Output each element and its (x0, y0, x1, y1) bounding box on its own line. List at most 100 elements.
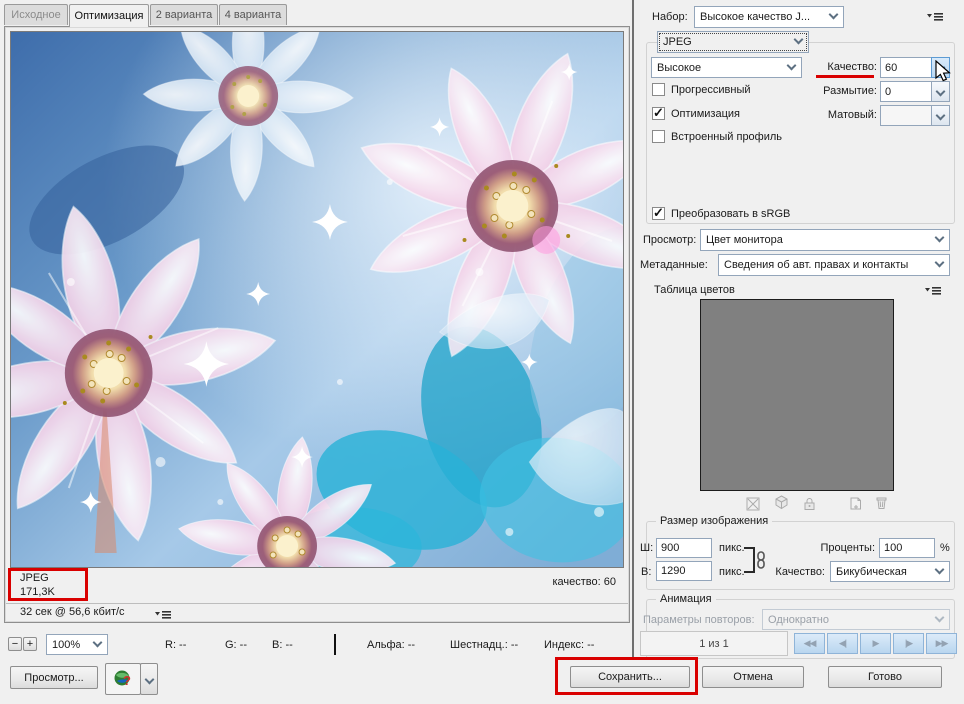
step-forward-icon: |▶ (904, 638, 913, 648)
color-table-title: Таблица цветов (654, 284, 735, 296)
play-icon: ▶ (872, 638, 880, 648)
web-shift-cube-icon[interactable] (774, 495, 789, 510)
metadata-label: Метаданные: (640, 259, 708, 271)
tab-optimized[interactable]: Оптимизация (69, 4, 149, 27)
animation-title: Анимация (656, 593, 716, 605)
blur-label: Размытие: (823, 85, 877, 97)
width-input[interactable]: 900 (656, 538, 712, 558)
tab-original[interactable]: Исходное (4, 4, 68, 25)
map-transparency-icon[interactable] (746, 497, 761, 512)
blur-slider-button[interactable] (931, 81, 950, 102)
format-select[interactable]: JPEG (657, 31, 809, 53)
zoom-level-select[interactable]: 100% (46, 634, 108, 655)
mouse-cursor (935, 60, 951, 82)
r-readout: R: -- (165, 639, 187, 651)
percent-unit: % (940, 542, 950, 554)
annotation-box-save (555, 657, 698, 695)
matte-input[interactable] (880, 105, 932, 126)
color-table-menu-icon[interactable] (924, 285, 942, 297)
new-color-icon[interactable] (848, 496, 863, 511)
tab-4up[interactable]: 4 варианта (219, 4, 287, 25)
index-readout: Индекс: -- (544, 639, 595, 651)
monitor-preview-select[interactable]: Цвет монитора (700, 229, 950, 251)
width-px-label: пикс. (719, 542, 745, 554)
height-label: В: (641, 566, 652, 578)
infobar-divider (6, 603, 628, 604)
optimized-checkbox[interactable] (652, 105, 665, 121)
chevron-down-icon (935, 110, 946, 121)
step-back-icon: ◀| (838, 638, 847, 648)
next-frame-button[interactable]: |▶ (893, 633, 924, 654)
readout-divider (334, 634, 336, 655)
color-table-swatches[interactable] (700, 299, 894, 491)
done-button[interactable]: Готово (828, 666, 942, 688)
optimize-menu-icon[interactable] (926, 11, 944, 23)
zoom-out-button[interactable]: − (8, 637, 22, 651)
srgb-label: Преобразовать в sRGB (671, 208, 791, 220)
lock-color-icon[interactable] (802, 496, 817, 511)
embedded-profile-label: Встроенный профиль (671, 131, 783, 143)
quality-label: Качество: (827, 61, 877, 73)
rewind-icon: ◀◀ (803, 638, 817, 648)
preview-in-browser-button[interactable]: Просмотр... (10, 666, 98, 689)
percent-input[interactable]: 100 (879, 538, 935, 558)
chevron-down-icon (934, 612, 945, 622)
annotation-box-filesize (8, 568, 88, 601)
progressive-checkbox[interactable] (652, 83, 665, 96)
tab-2up[interactable]: 2 варианта (150, 4, 218, 25)
fast-forward-icon: ▶▶ (935, 638, 949, 648)
alpha-readout: Альфа: -- (367, 639, 416, 651)
previous-frame-button[interactable]: ◀| (827, 633, 858, 654)
preview-image[interactable] (10, 31, 624, 568)
svg-text:?: ? (123, 673, 131, 688)
metadata-select[interactable]: Сведения об авт. правах и контакты (718, 254, 950, 276)
preview-pane: JPEG 171,3K 32 сек @ 56,6 кбит/с качеств… (4, 26, 630, 623)
hex-readout: Шестнадц.: -- (450, 639, 519, 651)
link-dimensions-bracket (744, 547, 755, 573)
progressive-label: Прогрессивный (671, 84, 751, 96)
save-for-web-dialog: Исходное Оптимизация 2 варианта 4 вариан… (0, 0, 964, 704)
annotation-underline-quality (816, 75, 874, 78)
chevron-down-icon (934, 232, 945, 243)
compression-select[interactable]: Высокое (651, 57, 802, 78)
play-button[interactable]: ▶ (860, 633, 891, 654)
chevron-down-icon (793, 34, 804, 45)
chevron-down-icon (92, 637, 103, 647)
cancel-button[interactable]: Отмена (702, 666, 804, 688)
frame-counter: 1 из 1 (640, 631, 788, 656)
chevron-down-icon (934, 257, 945, 268)
loop-options-label: Параметры повторов: (643, 614, 755, 626)
height-input[interactable]: 1290 (656, 561, 712, 581)
resample-quality-select[interactable]: Бикубическая (830, 561, 950, 582)
preset-label: Набор: (652, 11, 688, 23)
browser-select-chevron[interactable] (140, 663, 158, 695)
embedded-profile-checkbox[interactable] (652, 130, 665, 143)
width-label: Ш: (640, 542, 654, 554)
quality-readout: качество: 60 (552, 576, 616, 588)
preview-infobar: JPEG 171,3K 32 сек @ 56,6 кбит/с качеств… (6, 568, 628, 621)
resample-quality-label: Качество: (775, 566, 825, 578)
preset-select[interactable]: Высокое качество J... (694, 6, 844, 28)
image-size-title: Размер изображения (656, 515, 773, 527)
download-time-readout: 32 сек @ 56,6 кбит/с (20, 606, 125, 618)
loop-options-select[interactable]: Однократно (762, 609, 950, 630)
download-speed-menu-icon[interactable] (154, 609, 172, 621)
matte-select-button[interactable] (931, 105, 950, 126)
percent-label: Проценты: (820, 542, 875, 554)
last-frame-button[interactable]: ▶▶ (926, 633, 957, 654)
zoom-in-button[interactable]: + (23, 637, 37, 651)
chain-link-icon[interactable] (756, 551, 766, 569)
panel-divider (632, 0, 634, 658)
srgb-checkbox[interactable] (652, 205, 665, 221)
quality-input[interactable]: 60 (880, 57, 932, 78)
first-frame-button[interactable]: ◀◀ (794, 633, 825, 654)
flower-artwork-image (11, 32, 623, 567)
optimized-label: Оптимизация (671, 108, 740, 120)
chevron-down-icon (934, 564, 945, 574)
browser-icon-button[interactable]: ? (105, 663, 141, 695)
blur-input[interactable]: 0 (880, 81, 932, 102)
chevron-down-icon (935, 86, 946, 97)
chevron-down-icon (144, 674, 154, 684)
matte-label: Матовый: (827, 109, 877, 121)
delete-color-icon[interactable] (874, 495, 889, 510)
